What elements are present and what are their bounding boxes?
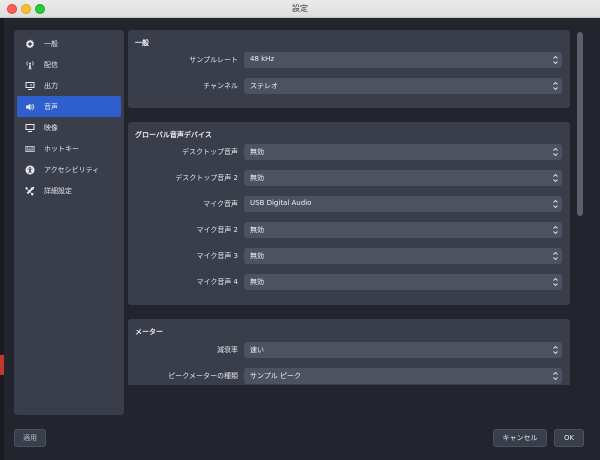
background-window-marker	[0, 355, 4, 375]
desktop-audio-2-label: デスクトップ音声 2	[175, 174, 238, 182]
sidebar-item-video[interactable]: 映像	[17, 117, 121, 138]
mic-audio-3-label: マイク音声 3	[196, 252, 238, 260]
updown-arrows-icon	[552, 250, 559, 262]
keyboard-icon	[24, 143, 35, 154]
peak-meter-type-select[interactable]: サンプル ピーク	[244, 368, 562, 384]
sidebar-item-general[interactable]: 一般	[17, 33, 121, 54]
tools-icon	[24, 185, 35, 196]
updown-arrows-icon	[552, 344, 559, 356]
sidebar-item-label: アクセシビリティ	[44, 165, 100, 174]
updown-arrows-icon	[552, 80, 559, 92]
sidebar-item-label: 映像	[44, 123, 58, 132]
background-window-edge	[0, 18, 4, 460]
monitor-icon	[24, 122, 35, 133]
sidebar-item-accessibility[interactable]: アクセシビリティ	[17, 159, 121, 180]
sample-rate-label: サンプルレート	[189, 56, 238, 64]
sidebar-item-hotkeys[interactable]: ホットキー	[17, 138, 121, 159]
decay-rate-select[interactable]: 速い	[244, 342, 562, 358]
general-group: 一般 サンプルレート 48 kHz チャンネル ステレオ	[128, 30, 570, 108]
mic-audio-3-value: 無効	[250, 252, 264, 260]
group-title: メーター	[135, 328, 163, 336]
sample-rate-row: サンプルレート 48 kHz	[128, 52, 570, 68]
desktop-audio-row: デスクトップ音声 無効	[128, 144, 570, 160]
mic-audio-label: マイク音声	[203, 200, 238, 208]
updown-arrows-icon	[552, 276, 559, 288]
output-monitor-icon	[24, 80, 35, 91]
accessibility-icon	[24, 164, 35, 175]
sidebar-item-label: 一般	[44, 39, 58, 48]
cancel-button[interactable]: キャンセル	[493, 429, 547, 447]
desktop-audio-select[interactable]: 無効	[244, 144, 562, 160]
sample-rate-select[interactable]: 48 kHz	[244, 52, 562, 68]
mic-audio-2-value: 無効	[250, 226, 264, 234]
sample-rate-value: 48 kHz	[250, 55, 275, 63]
settings-scrollbar[interactable]	[575, 30, 585, 385]
decay-rate-row: 減衰率 速い	[128, 342, 570, 358]
desktop-audio-2-row: デスクトップ音声 2 無効	[128, 170, 570, 186]
mic-audio-3-row: マイク音声 3 無効	[128, 248, 570, 264]
desktop-audio-label: デスクトップ音声	[182, 148, 238, 156]
scrollbar-thumb[interactable]	[577, 32, 583, 216]
sidebar-item-output[interactable]: 出力	[17, 75, 121, 96]
channels-select[interactable]: ステレオ	[244, 78, 562, 94]
meters-group: メーター 減衰率 速い ピークメーターの種類 サンプル ピーク	[128, 319, 570, 385]
peak-meter-type-label: ピークメーターの種類	[168, 372, 238, 380]
sidebar-item-advanced[interactable]: 詳細設定	[17, 180, 121, 201]
sidebar-item-label: 配信	[44, 60, 58, 69]
decay-rate-label: 減衰率	[217, 346, 238, 354]
audio-settings-panel: 一般 サンプルレート 48 kHz チャンネル ステレオ グローバル音声デバイス…	[128, 30, 570, 385]
sidebar-item-audio[interactable]: 音声	[17, 96, 121, 117]
updown-arrows-icon	[552, 54, 559, 66]
mic-audio-4-value: 無効	[250, 278, 264, 286]
mic-audio-2-label: マイク音声 2	[196, 226, 238, 234]
ok-button[interactable]: OK	[554, 429, 584, 447]
antenna-icon	[24, 59, 35, 70]
apply-button[interactable]: 適用	[14, 429, 46, 447]
channels-row: チャンネル ステレオ	[128, 78, 570, 94]
sidebar-item-label: 音声	[44, 102, 58, 111]
channels-label: チャンネル	[203, 82, 238, 90]
mic-audio-2-select[interactable]: 無効	[244, 222, 562, 238]
window-title: 設定	[292, 4, 308, 13]
mic-audio-2-row: マイク音声 2 無効	[128, 222, 570, 238]
mic-audio-select[interactable]: USB Digital Audio	[244, 196, 562, 212]
gear-icon	[24, 38, 35, 49]
desktop-audio-2-select[interactable]: 無効	[244, 170, 562, 186]
sidebar-item-label: ホットキー	[44, 144, 79, 153]
mic-audio-4-select[interactable]: 無効	[244, 274, 562, 290]
title-bar: 設定	[0, 0, 600, 18]
sidebar-item-stream[interactable]: 配信	[17, 54, 121, 75]
updown-arrows-icon	[552, 370, 559, 382]
sidebar-item-label: 詳細設定	[44, 186, 72, 195]
mic-audio-3-select[interactable]: 無効	[244, 248, 562, 264]
group-title: グローバル音声デバイス	[135, 131, 212, 139]
mic-audio-value: USB Digital Audio	[250, 199, 312, 207]
updown-arrows-icon	[552, 146, 559, 158]
updown-arrows-icon	[552, 172, 559, 184]
desktop-audio-value: 無効	[250, 148, 264, 156]
sidebar-item-label: 出力	[44, 81, 58, 90]
global-audio-devices-group: グローバル音声デバイス デスクトップ音声 無効 デスクトップ音声 2 無効 マイ…	[128, 122, 570, 305]
decay-rate-value: 速い	[250, 346, 264, 354]
desktop-audio-2-value: 無効	[250, 174, 264, 182]
group-title: 一般	[135, 39, 149, 47]
mic-audio-4-row: マイク音声 4 無効	[128, 274, 570, 290]
channels-value: ステレオ	[250, 82, 278, 90]
settings-sidebar: 一般 配信 出力 音声 映像 ホットキー アクセシビリティ 詳細設定	[14, 30, 124, 415]
peak-meter-type-row: ピークメーターの種類 サンプル ピーク	[128, 368, 570, 384]
updown-arrows-icon	[552, 198, 559, 210]
peak-meter-type-value: サンプル ピーク	[250, 372, 302, 380]
mic-audio-row: マイク音声 USB Digital Audio	[128, 196, 570, 212]
updown-arrows-icon	[552, 224, 559, 236]
mic-audio-4-label: マイク音声 4	[196, 278, 238, 286]
speaker-icon	[24, 101, 35, 112]
